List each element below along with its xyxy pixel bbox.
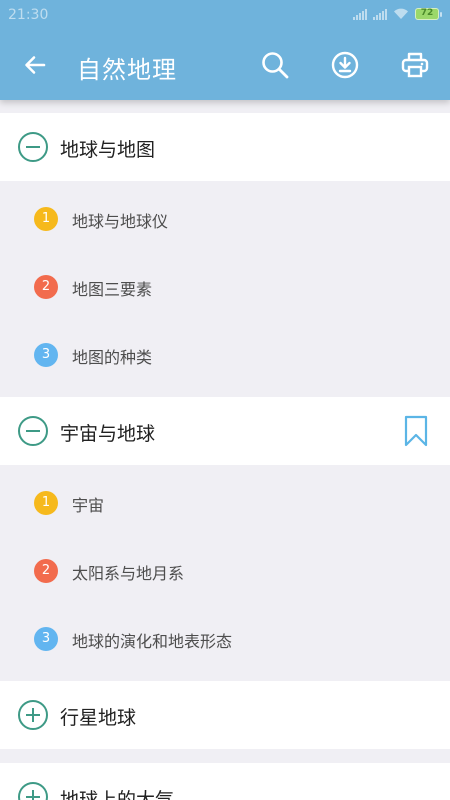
status-icons: 72 [353,8,442,20]
list-item[interactable]: 2 地图三要素 [0,253,450,321]
status-time: 21:30 [8,7,49,23]
expand-icon[interactable] [18,782,48,800]
section-header[interactable]: 行星地球 [0,681,450,749]
section-title: 地球上的大气 [60,789,175,800]
list-item-label: 宇宙 [72,496,105,515]
section-header[interactable]: 地球上的大气 [0,763,450,800]
battery-level: 72 [415,8,439,20]
page-title: 自然地理 [77,56,177,84]
section-header[interactable]: 宇宙与地球 [0,397,450,465]
list-item-label: 地球与地球仪 [72,212,169,231]
number-badge: 1 [34,207,58,231]
list-item-label: 地球的演化和地表形态 [72,632,233,651]
download-icon [331,51,359,79]
print-button[interactable] [395,45,435,85]
list-item[interactable]: 3 地球的演化和地表形态 [0,605,450,673]
section-title: 地球与地图 [60,139,156,161]
list-item-label: 太阳系与地月系 [72,564,185,583]
list-item[interactable]: 1 宇宙 [0,469,450,537]
arrow-left-icon [25,56,46,74]
section-title: 宇宙与地球 [60,423,156,445]
bookmark-icon[interactable] [404,415,428,447]
list-item-label: 地图三要素 [72,280,153,299]
status-bar: 21:30 72 [0,0,450,30]
toolbar: 自然地理 [0,30,450,100]
signal-icon [353,8,367,20]
number-badge: 3 [34,343,58,367]
wifi-icon [394,8,408,19]
collapse-icon[interactable] [18,416,48,446]
section-items: 1 地球与地球仪 2 地图三要素 3 地图的种类 [0,181,450,397]
list-item[interactable]: 1 地球与地球仪 [0,185,450,253]
list-item-label: 地图的种类 [72,348,153,367]
battery-icon: 72 [415,8,442,20]
search-icon [262,52,289,79]
number-badge: 2 [34,559,58,583]
number-badge: 2 [34,275,58,299]
collapse-icon[interactable] [18,132,48,162]
signal-icon-2 [373,8,387,20]
section-header[interactable]: 地球与地图 [0,113,450,181]
app-bar: 21:30 72 自然地理 [0,0,450,100]
section-items: 1 宇宙 2 太阳系与地月系 3 地球的演化和地表形态 [0,465,450,681]
chapter-list: 地球与地图 1 地球与地球仪 2 地图三要素 3 地图的种类 宇宙与地球 1 宇… [0,100,450,800]
list-item[interactable]: 2 太阳系与地月系 [0,537,450,605]
back-button[interactable] [15,45,55,85]
search-button[interactable] [255,45,295,85]
expand-icon[interactable] [18,700,48,730]
number-badge: 3 [34,627,58,651]
download-button[interactable] [325,45,365,85]
printer-icon [401,52,429,78]
section-title: 行星地球 [60,707,137,729]
number-badge: 1 [34,491,58,515]
list-item[interactable]: 3 地图的种类 [0,321,450,389]
